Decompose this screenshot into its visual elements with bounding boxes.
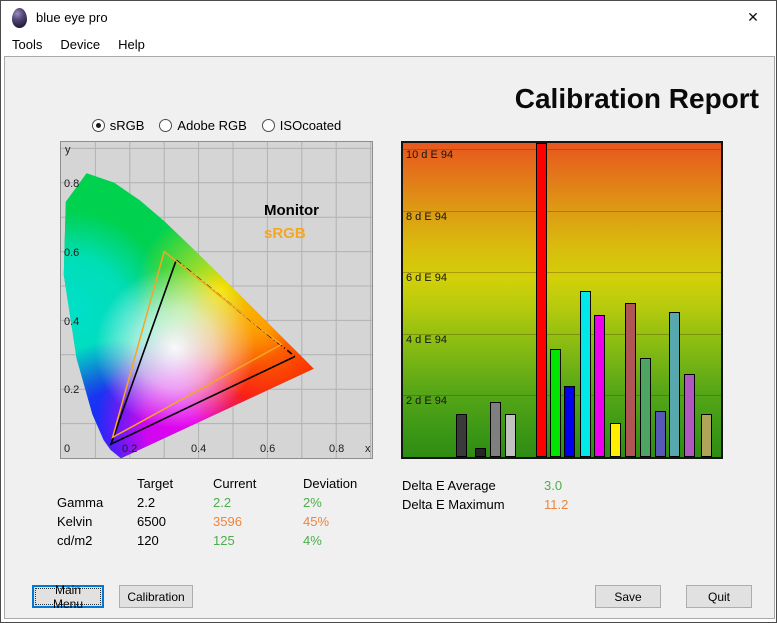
delta-bar-magenta xyxy=(594,315,605,457)
window-title: blue eye pro xyxy=(36,10,108,25)
delta-bar-dark-gray xyxy=(456,414,467,457)
page-title: Calibration Report xyxy=(514,83,759,114)
legend-monitor: Monitor xyxy=(264,202,319,219)
target-value: 6500 xyxy=(137,514,166,529)
delta-bar-sea-green xyxy=(640,358,651,457)
calibration-summary-table: Target Current Deviation Gamma 2.2 2.2 2… xyxy=(57,474,393,550)
delta-e-grid-label: 4 d E 94 xyxy=(406,333,447,346)
menu-device[interactable]: Device xyxy=(51,35,109,54)
radio-label: Adobe RGB xyxy=(177,118,247,133)
radio-icon[interactable] xyxy=(159,119,173,132)
col-header-target: Target xyxy=(137,476,174,491)
delta-e-grid-label: 6 d E 94 xyxy=(406,272,447,285)
menu-tools[interactable]: Tools xyxy=(3,35,51,54)
app-icon xyxy=(12,7,27,28)
delta-e-bars: 2 d E 94 4 d E 94 6 d E 94 8 d E 94 10 d E 9… xyxy=(403,143,721,457)
delta-e-gridline xyxy=(403,272,721,274)
delta-e-grid-label: 8 d E 94 xyxy=(406,210,447,223)
deviation-value: 2% xyxy=(303,495,322,510)
delta-bar-light-gray xyxy=(505,414,516,457)
radio-option-adobe-rgb[interactable]: Adobe RGB xyxy=(159,118,247,133)
radio-option-srgb[interactable]: sRGB xyxy=(91,118,145,133)
delta-bar-green xyxy=(550,349,561,457)
delta-bar-slate-blue xyxy=(655,411,666,457)
row-label: Kelvin xyxy=(57,514,93,529)
radio-option-isocoated[interactable]: ISOcoated xyxy=(261,118,342,133)
delta-bar-orchid xyxy=(684,374,695,457)
delta-e-grid-label: 2 d E 94 xyxy=(406,395,447,408)
current-value: 3596 xyxy=(213,514,242,529)
col-header-current: Current xyxy=(213,476,257,491)
col-header-deviation: Deviation xyxy=(303,476,358,491)
save-button[interactable]: Save xyxy=(595,585,661,608)
x-tick: 0.8 xyxy=(329,443,345,455)
delta-bar-blue xyxy=(564,386,575,457)
delta-e-average-value: 3.0 xyxy=(544,478,563,493)
calibration-button[interactable]: Calibration xyxy=(119,585,193,608)
main-menu-button[interactable]: Main Menu xyxy=(32,583,104,611)
current-value: 125 xyxy=(213,533,235,548)
menu-bar: Tools Device Help xyxy=(1,34,776,55)
y-axis-label: y xyxy=(65,144,71,156)
cie-chromaticity-diagram: y 0.8 0.6 0.4 0.2 0 0.2 0.4 0.6 0.8 x Mo… xyxy=(60,141,373,459)
profile-radio-group: sRGB Adobe RGB ISOcoated xyxy=(60,118,373,133)
delta-e-grid-label: 10 d E 94 xyxy=(406,149,454,162)
deviation-value: 4% xyxy=(303,533,322,548)
y-tick: 0.2 xyxy=(64,384,80,396)
delta-bar-teal xyxy=(669,312,680,457)
delta-bar-yellow xyxy=(610,423,621,457)
delta-bar-cyan xyxy=(580,291,591,457)
delta-e-average-label: Delta E Average xyxy=(402,478,496,493)
target-value: 120 xyxy=(137,533,159,548)
delta-bar-gray xyxy=(490,402,501,457)
deviation-value: 45% xyxy=(303,514,330,529)
radio-label: sRGB xyxy=(109,118,145,133)
title-bar: blue eye pro ✕ xyxy=(1,1,776,34)
app-window: blue eye pro ✕ Tools Device Help Calibra… xyxy=(0,0,777,623)
delta-e-chart: 2 d E 94 4 d E 94 6 d E 94 8 d E 94 10 d E 9… xyxy=(401,141,723,459)
quit-button[interactable]: Quit xyxy=(686,585,752,608)
content-panel: Calibration Report sRGB Adobe RGB ISOcoa… xyxy=(4,56,775,619)
delta-bar-red xyxy=(536,143,547,457)
origin-tick: 0 xyxy=(64,443,71,455)
x-tick: 0.4 xyxy=(191,443,207,455)
delta-bar-black xyxy=(475,448,486,457)
legend-srgb: sRGB xyxy=(264,225,306,242)
x-tick: 0.2 xyxy=(122,443,138,455)
radio-icon[interactable] xyxy=(261,119,275,132)
row-label: cd/m2 xyxy=(57,533,93,548)
delta-bar-brown xyxy=(625,303,636,457)
delta-e-maximum-value: 11.2 xyxy=(544,497,569,512)
row-label: Gamma xyxy=(57,495,104,510)
y-tick: 0.4 xyxy=(64,316,80,328)
x-axis-label: x xyxy=(365,443,371,455)
delta-e-summary: Delta E Average 3.0 Delta E Maximum 11.2 xyxy=(402,476,568,514)
spectral-locus-horseshoe xyxy=(63,173,314,458)
current-value: 2.2 xyxy=(213,495,232,510)
radio-icon[interactable] xyxy=(91,119,105,132)
radio-label: ISOcoated xyxy=(279,118,342,133)
target-value: 2.2 xyxy=(137,495,156,510)
delta-e-gridline xyxy=(403,210,721,212)
delta-bar-khaki xyxy=(701,414,712,457)
close-icon[interactable]: ✕ xyxy=(730,1,776,34)
x-tick: 0.6 xyxy=(260,443,276,455)
y-tick: 0.8 xyxy=(64,178,80,190)
y-tick: 0.6 xyxy=(64,247,80,259)
menu-help[interactable]: Help xyxy=(109,35,154,54)
delta-e-maximum-label: Delta E Maximum xyxy=(402,497,505,512)
cie-svg xyxy=(61,142,372,458)
